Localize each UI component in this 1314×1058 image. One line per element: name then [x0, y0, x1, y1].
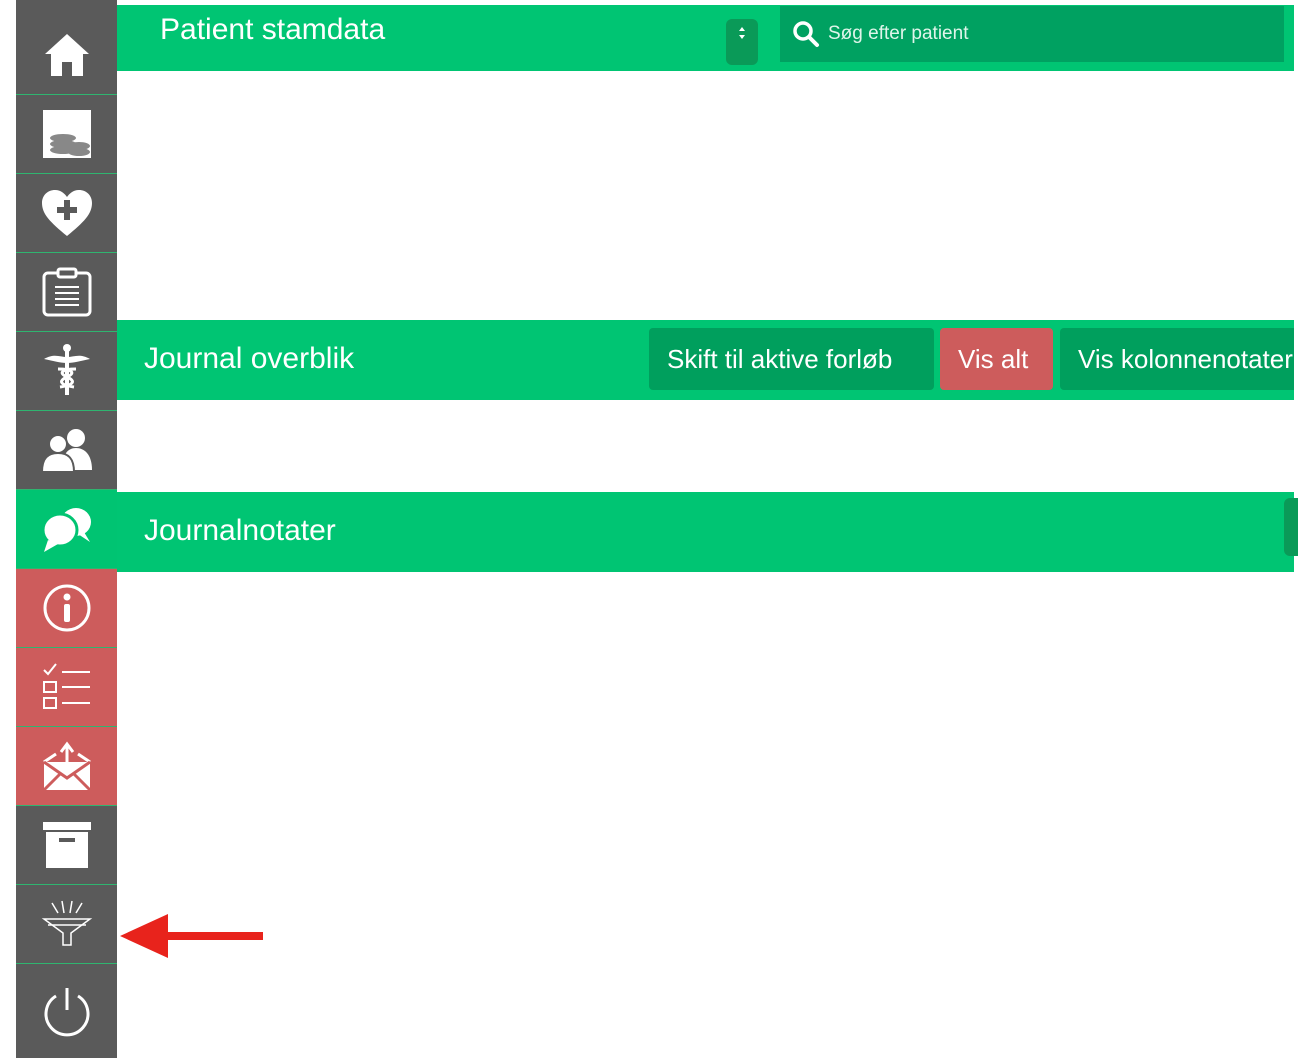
search-placeholder: Søg efter patient — [828, 23, 969, 44]
sidebar-item-journal[interactable] — [16, 490, 117, 569]
journal-notes-header: Journalnotater — [117, 492, 1294, 572]
notes-toggle-tab[interactable] — [1284, 498, 1298, 556]
sidebar-item-messages[interactable] — [16, 727, 117, 806]
sidebar-item-finance[interactable] — [16, 95, 117, 174]
switch-active-button[interactable]: Skift til aktive forløb — [649, 328, 934, 390]
users-icon — [40, 429, 92, 473]
clipboard-icon — [42, 267, 91, 317]
annotation-arrow — [120, 914, 263, 958]
journal-overview-header: Journal overblik Skift til aktive forløb… — [117, 320, 1294, 400]
patient-stepper[interactable] — [726, 19, 758, 65]
sidebar-item-home[interactable] — [16, 16, 117, 95]
chat-bubbles-icon — [41, 508, 91, 552]
heart-plus-icon — [41, 190, 92, 236]
coins-icon — [42, 110, 91, 158]
search-icon — [793, 21, 819, 47]
sidebar-item-tasks[interactable] — [16, 648, 117, 727]
sidebar-item-archive[interactable] — [16, 806, 117, 885]
caduceus-icon — [43, 344, 90, 395]
patient-search-input[interactable]: Søg efter patient — [780, 6, 1284, 62]
sort-arrows-icon — [739, 27, 745, 39]
sidebar-item-contacts[interactable] — [16, 411, 117, 490]
journal-overview-title: Journal overblik — [144, 342, 355, 375]
patient-header: Patient stamdata Søg efter patient — [117, 5, 1294, 71]
sidebar-item-clipboard[interactable] — [16, 253, 117, 332]
checklist-icon — [42, 663, 90, 709]
funnel-icon — [41, 900, 92, 946]
sidebar-item-logout[interactable] — [16, 964, 117, 1058]
mail-upload-icon — [42, 741, 91, 792]
archive-icon — [42, 822, 91, 868]
sidebar-item-info[interactable] — [16, 569, 117, 648]
show-all-button[interactable]: Vis alt — [940, 328, 1053, 390]
sidebar-item-filter[interactable] — [16, 885, 117, 964]
home-icon — [44, 34, 89, 76]
info-icon — [43, 584, 90, 632]
show-column-notes-button[interactable]: Vis kolonnenotater — [1060, 328, 1294, 390]
journal-notes-title: Journalnotater — [144, 514, 336, 547]
power-icon — [44, 988, 89, 1037]
page-title: Patient stamdata — [160, 13, 386, 46]
sidebar-item-medical[interactable] — [16, 332, 117, 411]
sidebar — [16, 0, 117, 1058]
sidebar-item-health[interactable] — [16, 174, 117, 253]
